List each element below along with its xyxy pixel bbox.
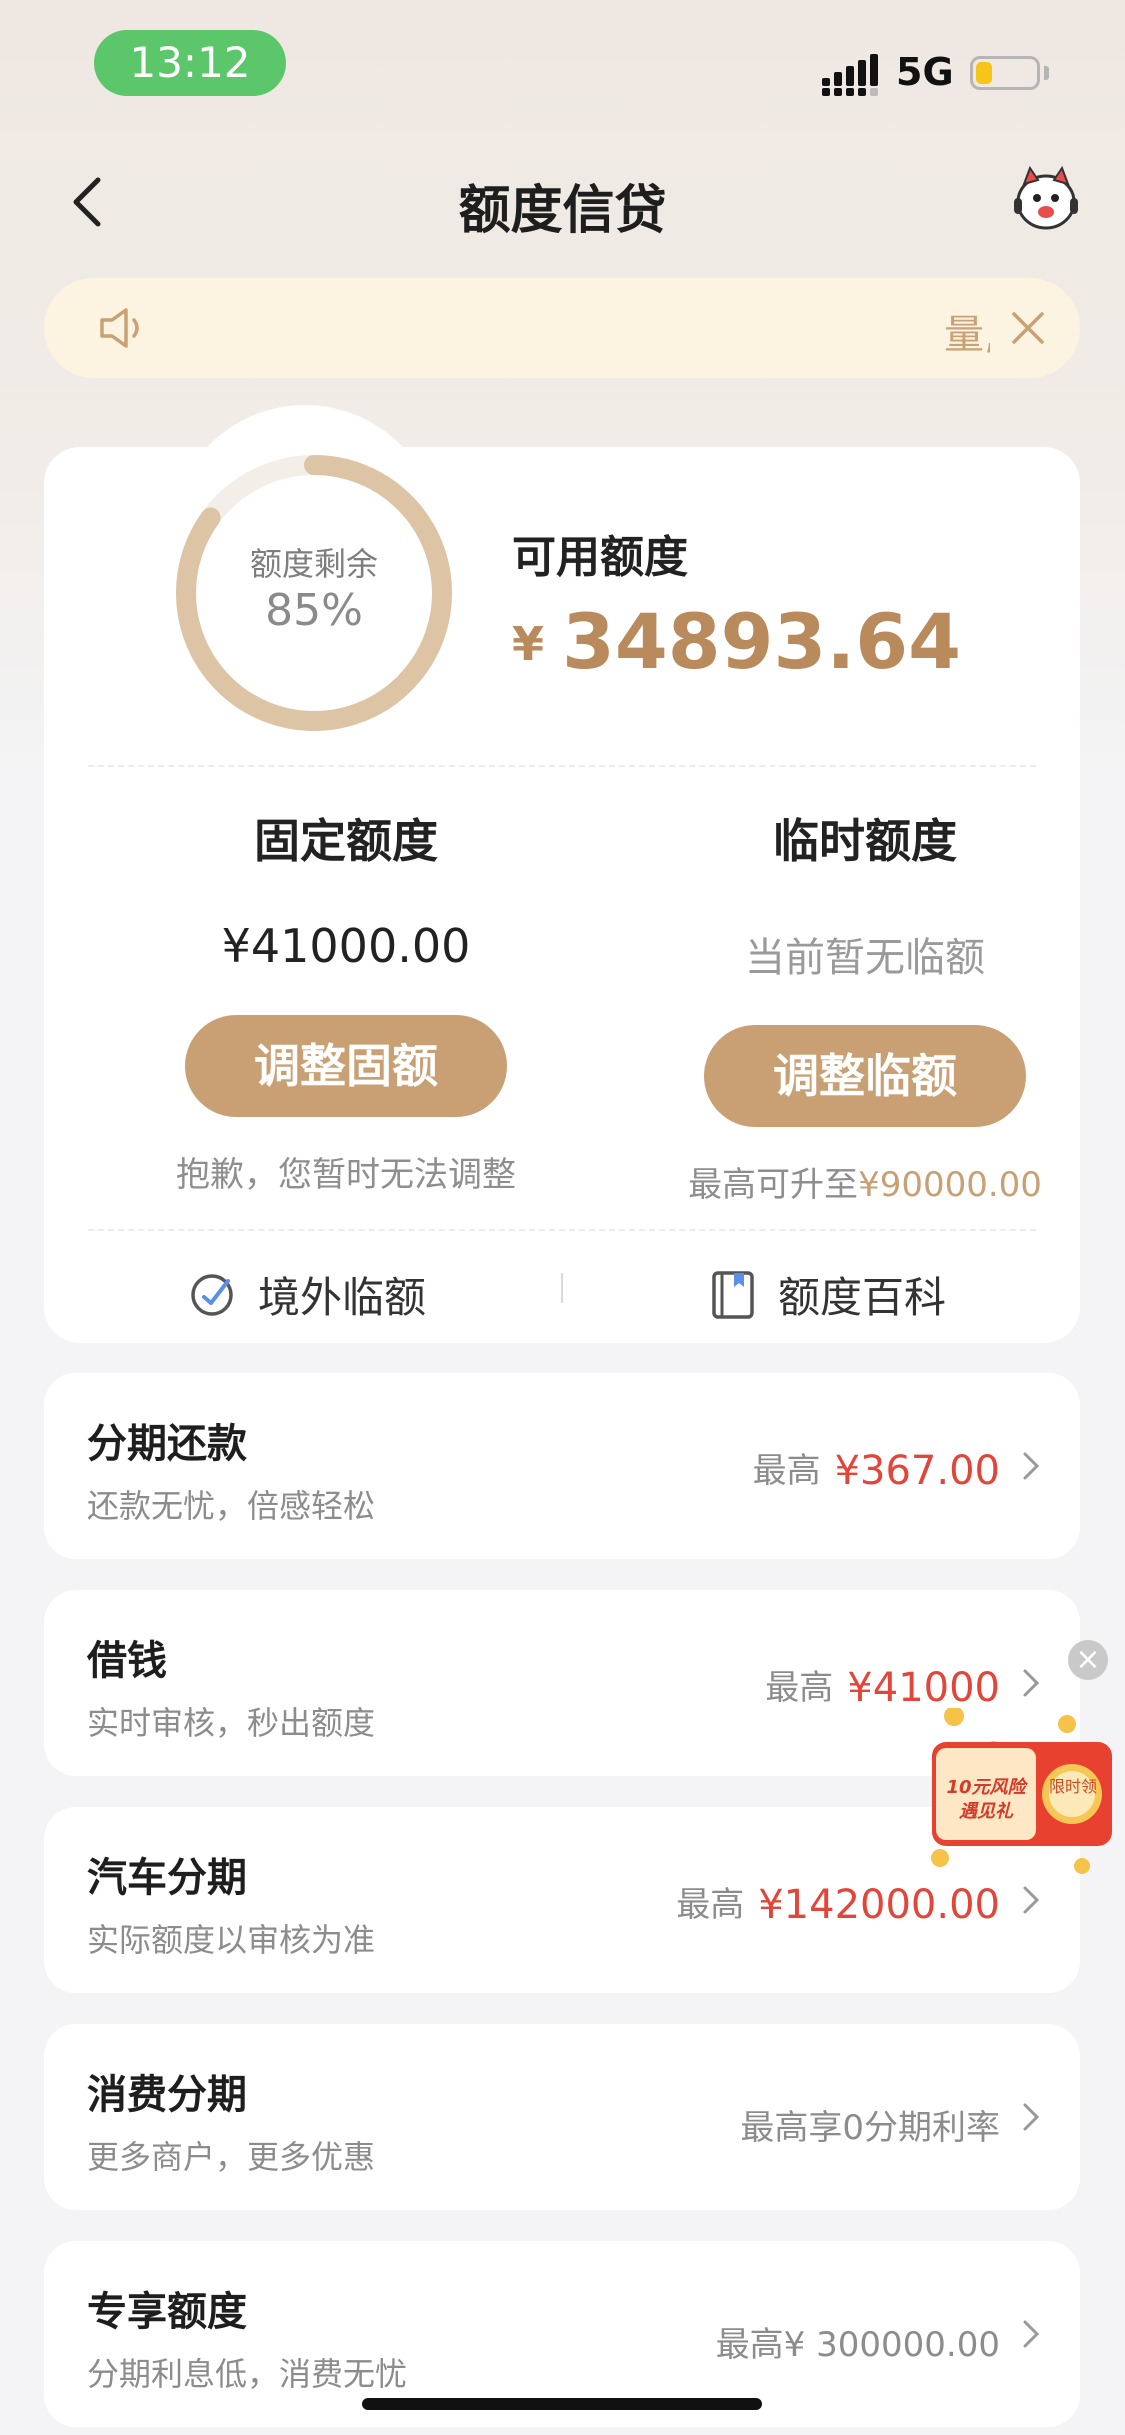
- service-title: 借钱: [87, 1638, 167, 1684]
- fixed-limit-column: 固定额度 ¥41000.00 调整固额 抱歉，您暂时无法调整: [131, 805, 561, 1196]
- available-amount: ¥34893.64: [512, 597, 961, 686]
- credit-summary-card: 额度剩余 85% 可用额度 ¥34893.64 固定额度 ¥41000.00 调…: [44, 447, 1080, 1343]
- nav-bar: 额度信贷: [0, 150, 1125, 250]
- service-card-installment-repayment[interactable]: 分期还款 还款无忧，倍感轻松 最高 ¥367.00: [44, 1373, 1080, 1559]
- encyclopedia-label: 额度百科: [778, 1272, 947, 1322]
- service-subtitle: 还款无忧，倍感轻松: [87, 1487, 376, 1525]
- service-max-prefix: 最高享0分期利率: [740, 2108, 1000, 2148]
- service-max: 最高 ¥367.00: [753, 1443, 1000, 1494]
- adjust-fixed-limit-button[interactable]: 调整固额: [185, 1015, 507, 1117]
- available-amount-value: 34893.64: [562, 597, 962, 686]
- temporary-limit-column: 临时额度 当前暂无临额 调整临额 最高可升至¥90000.00: [650, 805, 1080, 1206]
- adjust-temporary-limit-button[interactable]: 调整临额: [704, 1025, 1026, 1127]
- overseas-temporary-limit-link[interactable]: 境外临额: [188, 1259, 426, 1329]
- service-max-amount: ¥41000: [847, 1665, 1000, 1711]
- speaker-icon: [100, 308, 139, 348]
- notice-text: 量,: [944, 312, 990, 358]
- ring-percent: 85%: [265, 585, 363, 636]
- service-max: 最高 ¥41000: [765, 1660, 1000, 1711]
- overseas-globe-icon: [191, 1274, 233, 1316]
- divider: [88, 765, 1036, 767]
- service-card-consumer-installment[interactable]: 消费分期 更多商户，更多优惠 最高享0分期利率: [44, 2024, 1080, 2210]
- service-max: 最高¥ 300000.00: [716, 2317, 1000, 2366]
- limit-encyclopedia-link[interactable]: 额度百科: [708, 1259, 946, 1329]
- promo-text: 10元风险 遇见礼: [946, 1777, 1026, 1822]
- service-max-prefix: 最高¥ 300000.00: [715, 2325, 1000, 2365]
- chevron-right-icon: [1023, 1886, 1040, 1914]
- fixed-limit-note: 抱歉，您暂时无法调整: [176, 1155, 516, 1195]
- battery-level: [976, 62, 992, 84]
- service-subtitle: 实时审核，秒出额度: [87, 1704, 376, 1742]
- temporary-limit-value: 当前暂无临额: [745, 935, 985, 981]
- promo-close-button[interactable]: ×: [1068, 1640, 1108, 1680]
- divider: [88, 1229, 1036, 1231]
- notice-bar[interactable]: 量,: [44, 278, 1080, 378]
- customer-service-mascot-icon[interactable]: [1010, 162, 1082, 234]
- fixed-limit-value: ¥41000.00: [221, 919, 471, 973]
- book-icon: [712, 1271, 754, 1319]
- fixed-limit-title: 固定额度: [254, 814, 438, 868]
- battery-icon: [970, 56, 1040, 90]
- chevron-right-icon: [1023, 1452, 1040, 1480]
- service-subtitle: 分期利息低，消费无忧: [87, 2355, 408, 2393]
- chevron-right-icon: [1023, 2103, 1040, 2131]
- service-title: 汽车分期: [87, 1855, 247, 1901]
- promo-badge: 限时领: [1048, 1777, 1097, 1796]
- service-max-amount: ¥367.00: [834, 1448, 1000, 1494]
- service-max-prefix: 最高: [752, 1451, 821, 1491]
- service-max-prefix: 最高: [676, 1885, 745, 1925]
- available-label: 可用额度: [512, 532, 688, 583]
- page-title: 额度信贷: [458, 181, 667, 241]
- battery-tip: [1044, 66, 1049, 80]
- ring-label: 额度剩余: [249, 545, 378, 583]
- home-indicator: [362, 2398, 762, 2410]
- service-title: 消费分期: [87, 2072, 247, 2118]
- service-title: 专享额度: [87, 2289, 247, 2335]
- temporary-note-amount: ¥90000.00: [858, 1165, 1042, 1205]
- service-subtitle: 更多商户，更多优惠: [87, 2138, 376, 2176]
- chevron-right-icon: [1023, 1669, 1040, 1697]
- service-title: 分期还款: [87, 1421, 247, 1467]
- close-icon[interactable]: [1006, 306, 1050, 350]
- service-max: 最高享0分期利率: [740, 2100, 1000, 2149]
- service-max: 最高 ¥142000.00: [676, 1877, 1000, 1928]
- service-max-amount: ¥142000.00: [758, 1882, 1000, 1928]
- network-type: 5G: [896, 50, 954, 94]
- available-currency: ¥: [512, 617, 545, 671]
- temporary-note-prefix: 最高可升至: [688, 1165, 859, 1205]
- service-max-prefix: 最高: [765, 1668, 834, 1708]
- chevron-right-icon: [1023, 2320, 1040, 2348]
- status-bar: 13:12 5G: [0, 0, 1125, 130]
- status-time: 13:12: [94, 30, 286, 96]
- service-subtitle: 实际额度以审核为准: [87, 1921, 376, 1959]
- tools-divider: [561, 1273, 563, 1303]
- temporary-limit-note: 最高可升至¥90000.00: [650, 1157, 1080, 1206]
- signal-icon: [822, 54, 878, 96]
- overseas-label: 境外临额: [258, 1272, 427, 1322]
- temporary-limit-title: 临时额度: [773, 814, 957, 868]
